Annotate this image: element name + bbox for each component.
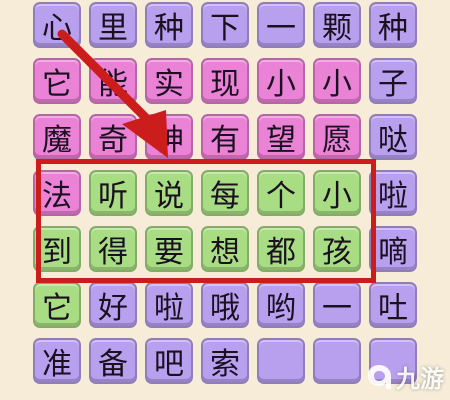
tile-r4-c4[interactable]: 每 — [201, 170, 249, 216]
tile-r3-c6[interactable]: 愿 — [313, 114, 361, 160]
tile-r3-c1[interactable]: 魔 — [33, 114, 81, 160]
tile-r6-c1[interactable]: 它 — [33, 282, 81, 328]
tile-r1-c7[interactable]: 种 — [369, 2, 417, 48]
tile-r4-c1[interactable]: 法 — [33, 170, 81, 216]
tile-r1-c2[interactable]: 里 — [89, 2, 137, 48]
tile-r7-c7[interactable] — [369, 338, 417, 384]
tile-r2-c1[interactable]: 它 — [33, 58, 81, 104]
tile-r1-c1[interactable]: 心 — [33, 2, 81, 48]
tile-r5-c1[interactable]: 到 — [33, 226, 81, 272]
tile-r4-c6[interactable]: 小 — [313, 170, 361, 216]
tile-r6-c2[interactable]: 好 — [89, 282, 137, 328]
word-puzzle-board: 心里种下一颗种它能实现小小子魔奇神有望愿哒法听说每个小啦到得要想都孩嘀它好啦哦哟… — [0, 0, 450, 400]
tile-r5-c6[interactable]: 孩 — [313, 226, 361, 272]
tile-r7-c1[interactable]: 准 — [33, 338, 81, 384]
tile-r2-c7[interactable]: 子 — [369, 58, 417, 104]
tile-r3-c7[interactable]: 哒 — [369, 114, 417, 160]
tile-r3-c5[interactable]: 望 — [257, 114, 305, 160]
tile-r5-c7[interactable]: 嘀 — [369, 226, 417, 272]
tile-r4-c7[interactable]: 啦 — [369, 170, 417, 216]
tile-r5-c3[interactable]: 要 — [145, 226, 193, 272]
tile-r5-c5[interactable]: 都 — [257, 226, 305, 272]
tile-r4-c3[interactable]: 说 — [145, 170, 193, 216]
tile-r7-c6[interactable] — [313, 338, 361, 384]
tile-r6-c7[interactable]: 吐 — [369, 282, 417, 328]
tile-r3-c2[interactable]: 奇 — [89, 114, 137, 160]
tile-r4-c2[interactable]: 听 — [89, 170, 137, 216]
tile-r1-c4[interactable]: 下 — [201, 2, 249, 48]
tile-r6-c6[interactable]: 一 — [313, 282, 361, 328]
tile-r1-c6[interactable]: 颗 — [313, 2, 361, 48]
tile-r2-c4[interactable]: 现 — [201, 58, 249, 104]
tile-r7-c3[interactable]: 吧 — [145, 338, 193, 384]
tile-r7-c2[interactable]: 备 — [89, 338, 137, 384]
tile-r1-c5[interactable]: 一 — [257, 2, 305, 48]
tile-r6-c4[interactable]: 哦 — [201, 282, 249, 328]
tile-r2-c2[interactable]: 能 — [89, 58, 137, 104]
tile-r4-c5[interactable]: 个 — [257, 170, 305, 216]
tile-r2-c6[interactable]: 小 — [313, 58, 361, 104]
tile-r6-c3[interactable]: 啦 — [145, 282, 193, 328]
tile-r1-c3[interactable]: 种 — [145, 2, 193, 48]
tile-r2-c3[interactable]: 实 — [145, 58, 193, 104]
tile-r3-c3[interactable]: 神 — [145, 114, 193, 160]
tile-r3-c4[interactable]: 有 — [201, 114, 249, 160]
tile-r6-c5[interactable]: 哟 — [257, 282, 305, 328]
tile-r7-c5[interactable] — [257, 338, 305, 384]
tile-r5-c2[interactable]: 得 — [89, 226, 137, 272]
tile-r5-c4[interactable]: 想 — [201, 226, 249, 272]
tile-r2-c5[interactable]: 小 — [257, 58, 305, 104]
tile-r7-c4[interactable]: 索 — [201, 338, 249, 384]
